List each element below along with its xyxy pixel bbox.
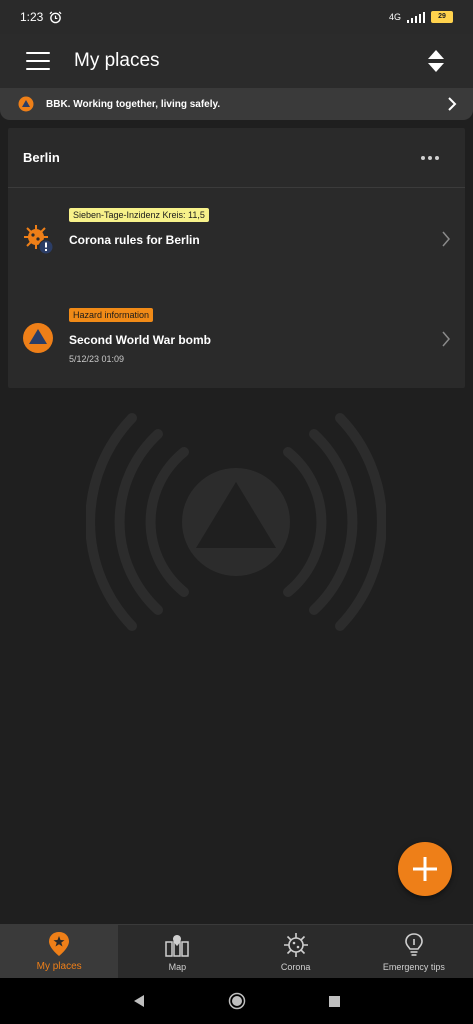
signal-icon [407, 11, 425, 23]
status-left: 1:23 [20, 10, 62, 24]
system-nav-bar [0, 978, 473, 1024]
nav-item-corona[interactable]: Corona [237, 925, 355, 979]
battery-icon: 29 [431, 11, 453, 23]
broadcast-emblem-icon [86, 413, 386, 631]
network-label: 4G [388, 12, 401, 22]
alarm-icon [49, 11, 62, 23]
nav-item-emergency-tips[interactable]: Emergency tips [355, 925, 473, 979]
status-time: 1:23 [20, 10, 44, 24]
incidence-badge: Sieben-Tage-Inzidenz Kreis: 11,5 [69, 208, 209, 222]
home-icon[interactable] [228, 992, 246, 1010]
chevron-right-icon [442, 231, 450, 247]
plus-icon [413, 857, 437, 881]
hazard-warning-icon [23, 323, 53, 353]
recents-icon[interactable] [328, 995, 341, 1008]
battery-level: 29 [438, 13, 446, 20]
place-name: Berlin [23, 150, 60, 165]
bbk-banner[interactable]: BBK. Working together, living safely. [0, 88, 473, 120]
banner-text: BBK. Working together, living safely. [46, 98, 221, 110]
nav-item-my-places[interactable]: My places [0, 925, 119, 979]
map-icon [165, 935, 190, 957]
chevron-right-icon [442, 331, 450, 347]
corona-warning-icon [24, 225, 54, 255]
bbk-logo-icon [18, 96, 34, 112]
nav-label: Emergency tips [382, 962, 445, 972]
nav-label: My places [36, 961, 82, 972]
bottom-nav: My places Map Corona Emergency tips [0, 924, 473, 979]
menu-icon[interactable] [26, 52, 50, 70]
sort-icon[interactable] [427, 49, 445, 73]
nav-label: Corona [280, 962, 311, 972]
list-item-corona-rules[interactable]: Sieben-Tage-Inzidenz Kreis: 11,5 Corona … [8, 190, 465, 290]
item-timestamp: 5/12/23 01:09 [69, 354, 125, 364]
chevron-right-icon [448, 97, 457, 111]
page-title: My places [74, 50, 160, 71]
status-bar: 1:23 4G 29 [0, 0, 473, 34]
hazard-badge: Hazard information [69, 308, 154, 322]
virus-icon [283, 933, 308, 957]
more-options-icon[interactable] [421, 156, 439, 160]
list-item-hazard[interactable]: Hazard information Second World War bomb… [8, 290, 465, 390]
nav-item-map[interactable]: Map [118, 925, 236, 979]
status-right: 4G 29 [389, 11, 453, 23]
place-card: Berlin Sieben-Tage-Inzidenz Kreis: 11,5 … [8, 128, 465, 388]
item-title: Second World War bomb [69, 333, 212, 347]
place-header: Berlin [8, 128, 465, 188]
add-place-button[interactable] [398, 842, 452, 896]
location-star-icon [49, 932, 70, 956]
app-bar: My places [0, 34, 473, 88]
nav-label: Map [168, 962, 187, 972]
lightbulb-icon [405, 933, 423, 956]
back-icon[interactable] [132, 994, 146, 1008]
item-title: Corona rules for Berlin [69, 233, 200, 247]
